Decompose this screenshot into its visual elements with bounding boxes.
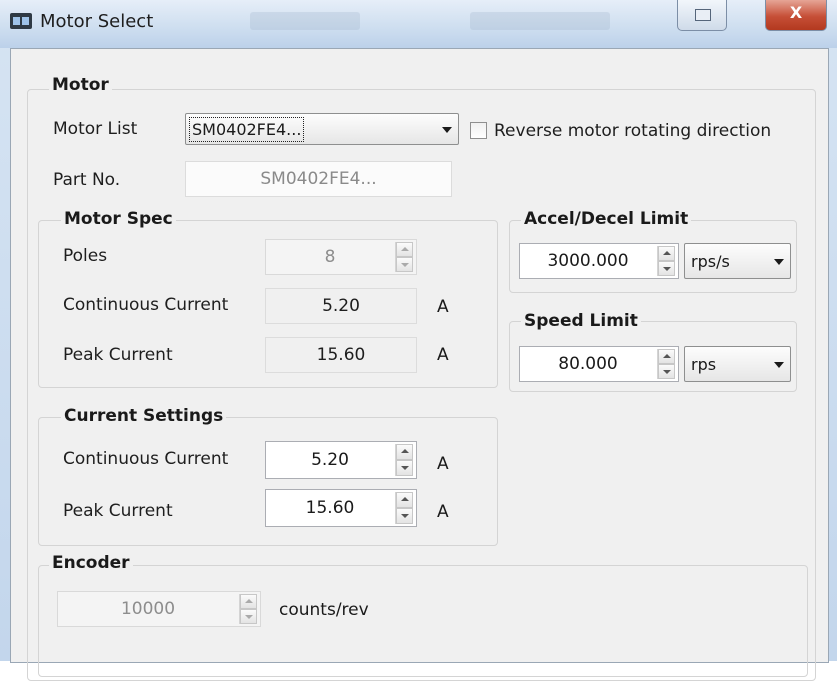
restore-icon bbox=[695, 9, 711, 21]
accel-decel-unit-dropdown[interactable]: rps/s bbox=[684, 243, 791, 279]
spin-down-icon[interactable] bbox=[658, 261, 675, 276]
part-no-label: Part No. bbox=[53, 170, 121, 190]
reverse-direction-label: Reverse motor rotating direction bbox=[494, 121, 772, 141]
title-bar-blur bbox=[470, 12, 610, 30]
poles-label: Poles bbox=[63, 246, 108, 266]
spin-up-icon bbox=[240, 594, 257, 609]
spec-peak-current-unit: A bbox=[437, 345, 449, 365]
close-icon: X bbox=[789, 3, 803, 22]
encoder-title: Encoder bbox=[49, 553, 133, 573]
spin-up-icon[interactable] bbox=[658, 349, 675, 364]
accel-decel-spinner[interactable] bbox=[657, 246, 676, 276]
encoder-unit: counts/rev bbox=[279, 600, 369, 620]
continuous-current-label: Continuous Current bbox=[63, 449, 229, 469]
spin-up-icon[interactable] bbox=[658, 246, 675, 261]
speed-limit-unit: rps bbox=[691, 355, 717, 374]
encoder-field: 10000 bbox=[57, 591, 261, 627]
continuous-current-value: 5.20 bbox=[311, 450, 349, 470]
continuous-current-unit: A bbox=[437, 454, 449, 474]
accel-decel-value: 3000.000 bbox=[547, 251, 629, 271]
encoder-spinner bbox=[239, 594, 258, 624]
app-icon bbox=[10, 13, 32, 29]
speed-limit-title: Speed Limit bbox=[521, 311, 641, 331]
spec-continuous-current-label: Continuous Current bbox=[63, 295, 229, 315]
spin-down-icon[interactable] bbox=[396, 508, 413, 524]
dialog-body: Motor Motor List SM0402FE4... Reverse mo… bbox=[10, 48, 829, 681]
peak-current-unit: A bbox=[437, 502, 449, 522]
continuous-current-spinner[interactable] bbox=[395, 444, 414, 476]
restore-button[interactable] bbox=[677, 0, 727, 31]
poles-spinner bbox=[395, 242, 414, 272]
motor-list-value: SM0402FE4... bbox=[189, 117, 305, 142]
motor-list-label: Motor List bbox=[53, 119, 138, 139]
speed-limit-spinner[interactable] bbox=[657, 349, 676, 379]
motor-list-dropdown[interactable]: SM0402FE4... bbox=[185, 113, 459, 145]
window-title: Motor Select bbox=[40, 11, 154, 32]
poles-value: 8 bbox=[324, 247, 336, 267]
chevron-down-icon bbox=[442, 127, 452, 133]
spec-peak-current-field: 15.60 bbox=[265, 337, 417, 373]
speed-limit-input[interactable]: 80.000 bbox=[519, 346, 679, 382]
spin-up-icon[interactable] bbox=[396, 444, 413, 460]
spin-down-icon bbox=[240, 609, 257, 624]
accel-decel-input[interactable]: 3000.000 bbox=[519, 243, 679, 279]
peak-current-value: 15.60 bbox=[305, 498, 355, 518]
motor-spec-title: Motor Spec bbox=[61, 209, 176, 229]
part-no-value: SM0402FE4... bbox=[260, 169, 377, 189]
speed-limit-unit-dropdown[interactable]: rps bbox=[684, 346, 791, 382]
reverse-direction-checkbox[interactable] bbox=[470, 122, 487, 139]
motor-select-window: Motor Select X Motor Motor List SM0402FE… bbox=[0, 0, 837, 681]
poles-field: 8 bbox=[265, 239, 417, 275]
peak-current-input[interactable]: 15.60 bbox=[265, 489, 417, 527]
chevron-down-icon bbox=[774, 362, 784, 368]
spec-peak-current-value: 15.60 bbox=[316, 345, 366, 365]
peak-current-label: Peak Current bbox=[63, 501, 173, 521]
spec-peak-current-label: Peak Current bbox=[63, 345, 173, 365]
speed-limit-value: 80.000 bbox=[558, 354, 618, 374]
spin-up-icon[interactable] bbox=[396, 492, 413, 508]
continuous-current-input[interactable]: 5.20 bbox=[265, 441, 417, 479]
encoder-value: 10000 bbox=[120, 599, 176, 619]
chevron-down-icon bbox=[774, 259, 784, 265]
accel-decel-unit: rps/s bbox=[691, 252, 730, 271]
spec-continuous-current-field: 5.20 bbox=[265, 288, 417, 324]
spec-continuous-current-unit: A bbox=[437, 297, 449, 317]
peak-current-spinner[interactable] bbox=[395, 492, 414, 524]
current-settings-title: Current Settings bbox=[61, 406, 227, 426]
close-button[interactable]: X bbox=[765, 0, 827, 31]
spin-down-icon[interactable] bbox=[658, 364, 675, 379]
spin-down-icon[interactable] bbox=[396, 460, 413, 476]
title-bar-blur bbox=[250, 12, 360, 30]
motor-group-title: Motor bbox=[49, 75, 112, 95]
title-bar[interactable]: Motor Select X bbox=[0, 0, 837, 48]
part-no-field[interactable]: SM0402FE4... bbox=[185, 161, 452, 197]
accel-decel-title: Accel/Decel Limit bbox=[521, 209, 692, 229]
spin-down-icon bbox=[396, 257, 413, 272]
spec-continuous-current-value: 5.20 bbox=[322, 296, 360, 316]
spin-up-icon bbox=[396, 242, 413, 257]
